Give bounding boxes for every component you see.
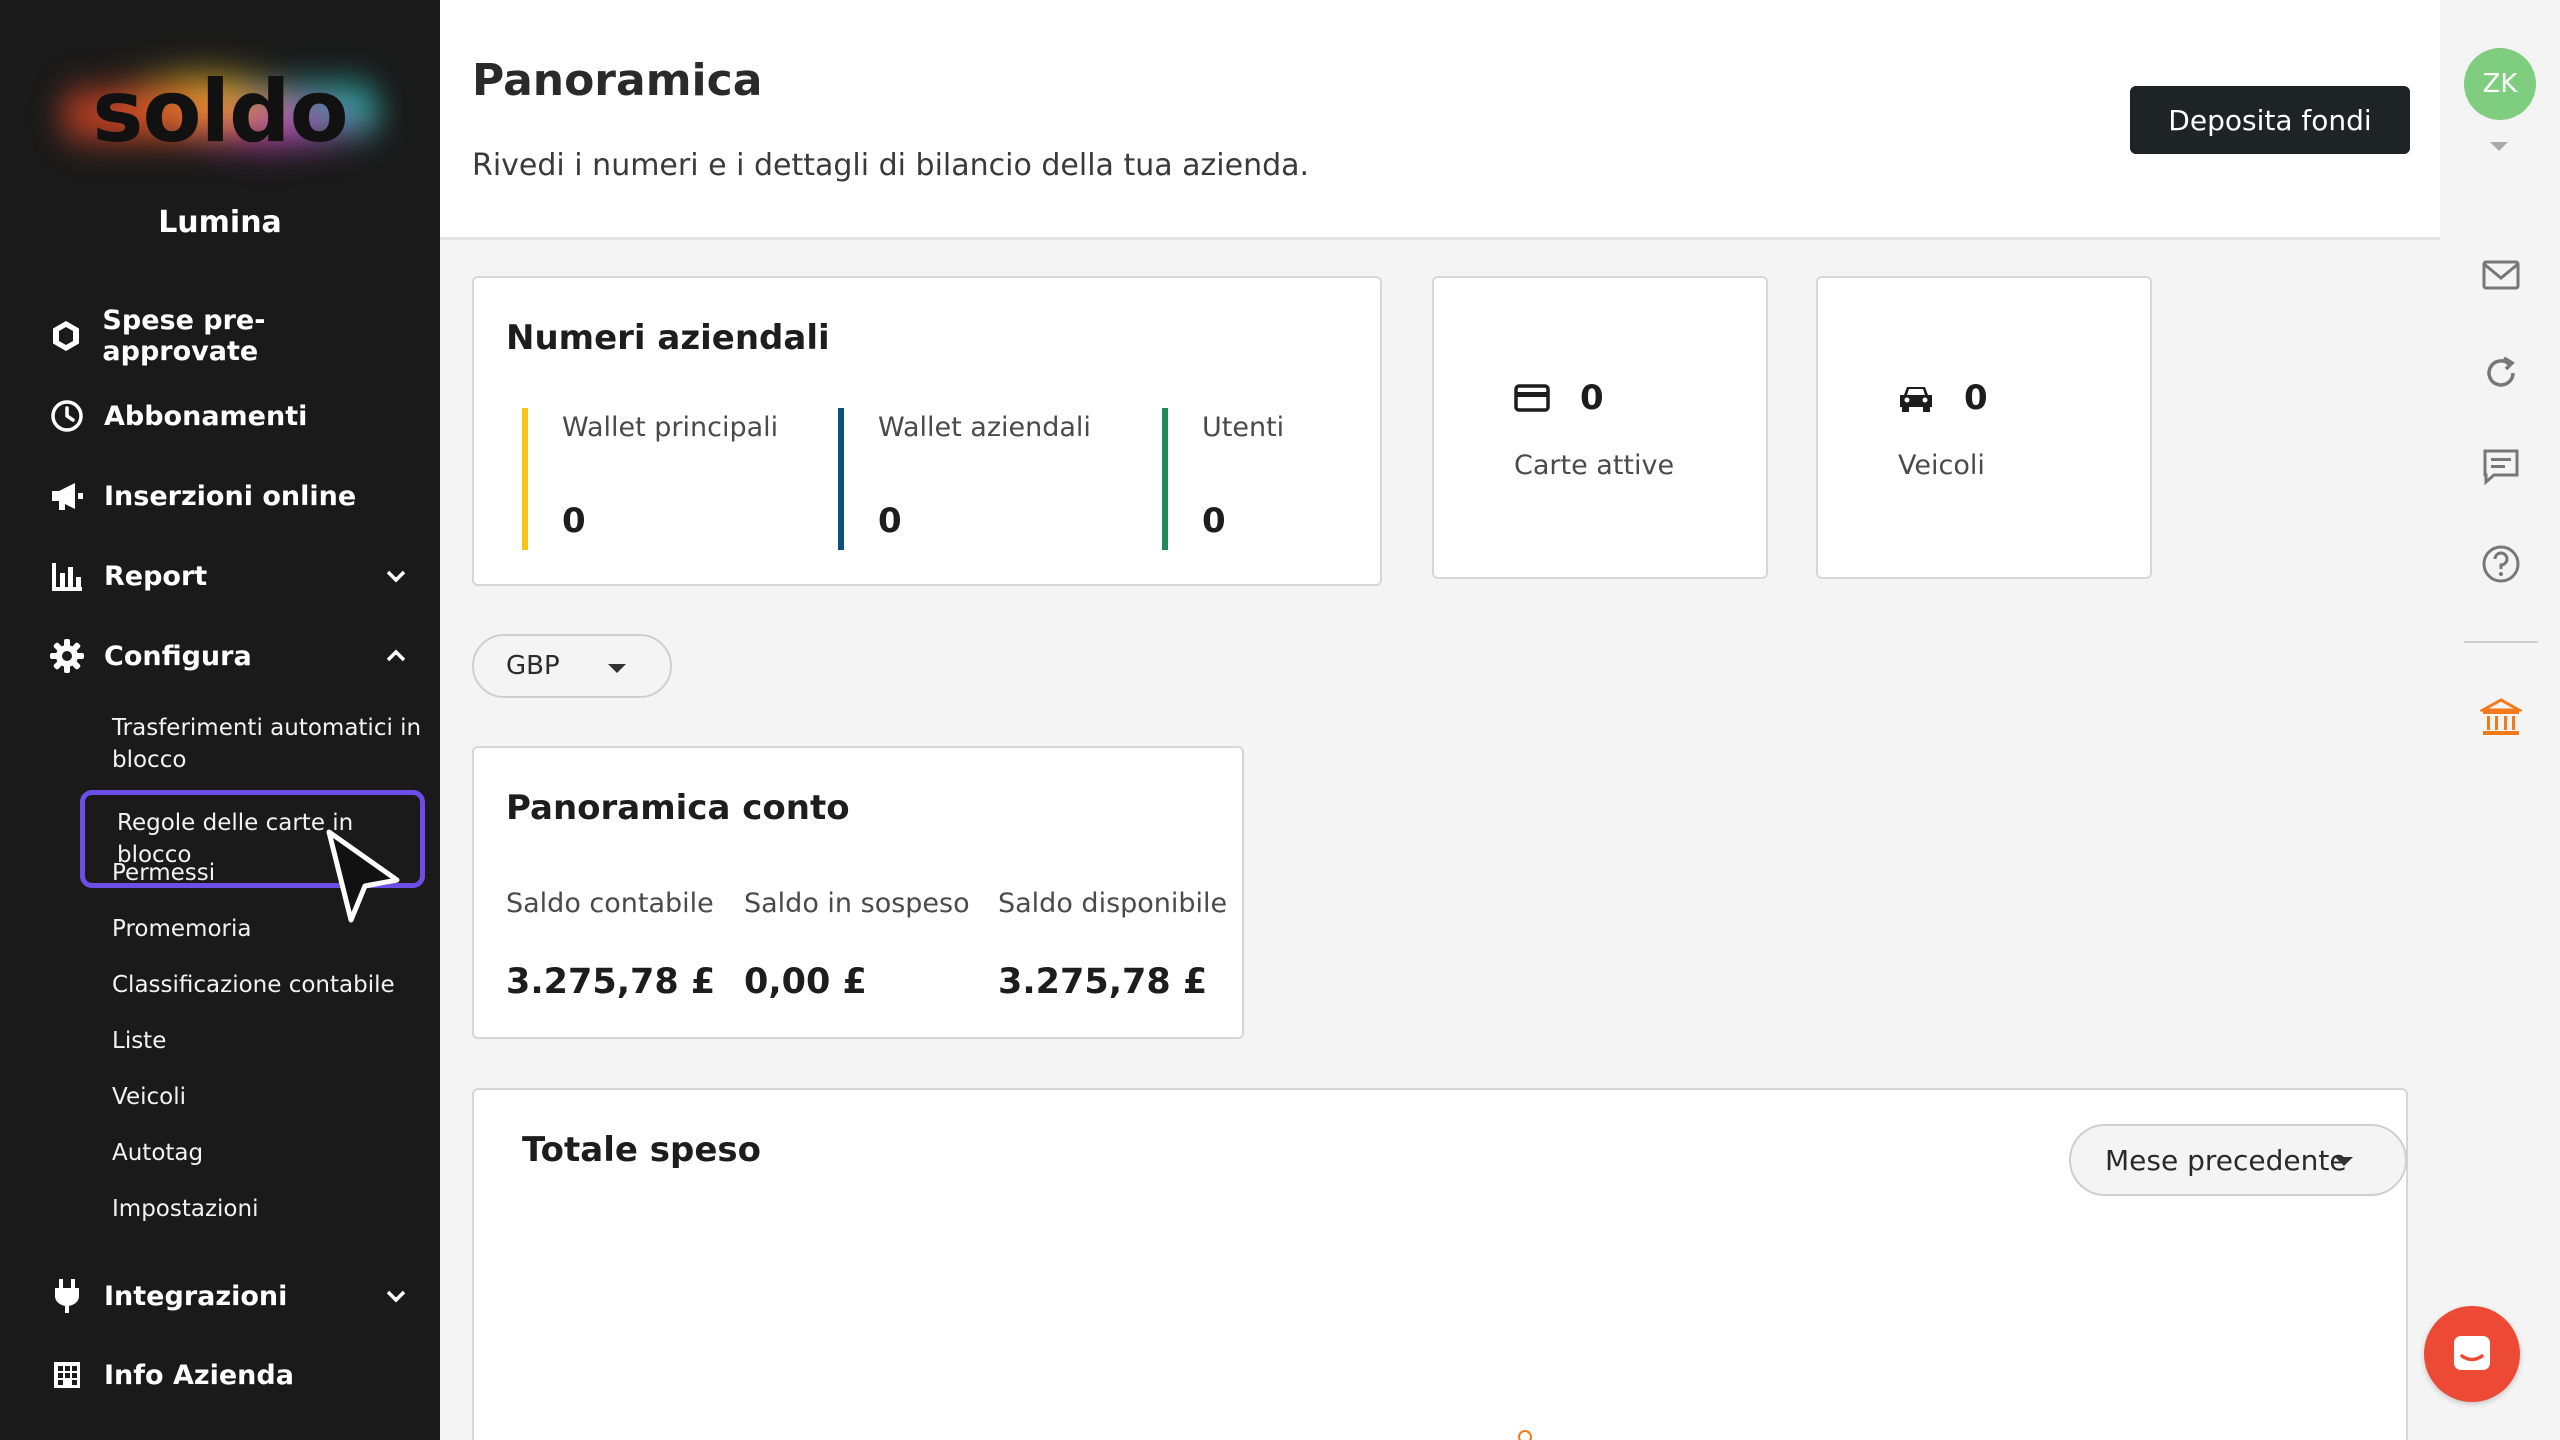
loading-spinner xyxy=(1518,1430,1532,1440)
sidebar-item-report[interactable]: Report xyxy=(48,546,408,606)
bank-icon[interactable] xyxy=(2480,696,2522,738)
card-title: Totale speso xyxy=(522,1130,762,1170)
rail-divider xyxy=(2464,641,2538,643)
currency-select[interactable]: GBP xyxy=(472,634,672,698)
right-rail: ZK xyxy=(2440,0,2560,1440)
vehicles-count: 0 xyxy=(1964,378,1988,418)
sidebar-item-abbonamenti[interactable]: Abbonamenti xyxy=(48,386,408,446)
sub-item-classificazione[interactable]: Classificazione contabile xyxy=(112,969,422,1001)
chevron-down-icon xyxy=(386,1290,406,1303)
bar-chart-icon xyxy=(48,557,86,595)
sidebar-item-integrazioni[interactable]: Integrazioni xyxy=(48,1266,408,1326)
metric-utenti: Utenti 0 xyxy=(1162,408,1284,550)
sub-item-veicoli[interactable]: Veicoli xyxy=(112,1081,422,1113)
metric-value: 0 xyxy=(1202,501,1226,541)
company-name: Lumina xyxy=(158,205,282,240)
sub-item-trasferimenti[interactable]: Trasferimenti automatici in blocco xyxy=(112,712,422,776)
vehicles-card[interactable]: 0 Veicoli xyxy=(1816,276,2152,579)
currency-value: GBP xyxy=(506,651,560,681)
car-icon xyxy=(1900,387,1932,412)
page-subtitle: Rivedi i numeri e i dettagli di bilancio… xyxy=(472,148,1310,183)
period-select[interactable]: Mese precedente xyxy=(2069,1124,2407,1196)
metric-label: Wallet principali xyxy=(562,412,779,443)
balance-value-disponibile: 3.275,78 £ xyxy=(998,962,1208,1002)
period-value: Mese precedente xyxy=(2105,1143,2347,1177)
account-overview-card: Panoramica conto Saldo contabile Saldo i… xyxy=(472,746,1244,1039)
vehicles-row: 0 xyxy=(1898,378,1988,418)
metric-value: 0 xyxy=(878,501,902,541)
sidebar-item-spese-pre-approvate[interactable]: Spese pre-approvate xyxy=(48,305,408,367)
sidebar-item-label: Inserzioni online xyxy=(104,480,357,512)
sidebar-item-label: Spese pre-approvate xyxy=(102,305,266,367)
page-header: Panoramica Rivedi i numeri e i dettagli … xyxy=(440,0,2440,240)
mail-icon[interactable] xyxy=(2480,254,2522,296)
sidebar-item-label: Abbonamenti xyxy=(104,400,308,432)
avatar[interactable]: ZK xyxy=(2464,48,2536,120)
metric-wallet-aziendali: Wallet aziendali 0 xyxy=(838,408,1091,550)
sidebar: soldo Lumina Spese pre-approvate Abbonam… xyxy=(0,0,440,1440)
sidebar-item-inserzioni-online[interactable]: Inserzioni online xyxy=(48,466,408,526)
balance-label-contabile: Saldo contabile xyxy=(506,888,714,919)
metric-label: Utenti xyxy=(1202,412,1285,443)
total-spent-card: Totale speso Mese precedente xyxy=(472,1088,2408,1440)
chevron-up-icon xyxy=(386,649,406,662)
refresh-icon[interactable] xyxy=(2480,352,2522,394)
chat-icon[interactable] xyxy=(2480,446,2522,488)
active-cards-count: 0 xyxy=(1580,378,1604,418)
sidebar-item-label: Integrazioni xyxy=(104,1280,288,1312)
logo-text: soldo xyxy=(92,62,348,162)
help-icon[interactable] xyxy=(2480,543,2522,585)
metric-wallet-principali: Wallet principali 0 xyxy=(522,408,778,550)
building-icon xyxy=(48,1356,86,1394)
sidebar-item-label: Configura xyxy=(104,640,252,672)
chevron-down-icon xyxy=(386,570,406,583)
caret-down-icon xyxy=(608,664,626,673)
clock-icon xyxy=(48,397,86,435)
active-cards-row: 0 xyxy=(1514,378,1604,418)
sub-item-autotag[interactable]: Autotag xyxy=(112,1137,422,1169)
deposit-funds-button[interactable]: Deposita fondi xyxy=(2130,86,2410,154)
soldo-logo: soldo xyxy=(60,40,380,190)
active-cards-label: Carte attive xyxy=(1514,450,1675,481)
balance-value-contabile: 3.275,78 £ xyxy=(506,962,716,1002)
support-chat-button[interactable] xyxy=(2424,1306,2520,1402)
card-title: Numeri aziendali xyxy=(506,318,830,358)
balance-label-sospeso: Saldo in sospeso xyxy=(744,888,970,919)
business-numbers-card: Numeri aziendali Wallet principali 0 Wal… xyxy=(472,276,1382,586)
credit-card-icon xyxy=(1514,384,1550,412)
messenger-icon xyxy=(2454,1336,2490,1370)
app-window: soldo Lumina Spese pre-approvate Abbonam… xyxy=(0,0,2560,1440)
hexagon-icon xyxy=(48,317,84,355)
mouse-cursor-icon xyxy=(326,829,400,923)
vehicles-label: Veicoli xyxy=(1898,450,1985,481)
sidebar-item-label: Info Azienda xyxy=(104,1359,294,1391)
gear-icon xyxy=(48,637,86,675)
sidebar-item-configura[interactable]: Configura xyxy=(48,626,408,686)
main-content: Panoramica Rivedi i numeri e i dettagli … xyxy=(440,0,2440,1440)
sub-item-impostazioni[interactable]: Impostazioni xyxy=(112,1193,422,1225)
active-cards-card[interactable]: 0 Carte attive xyxy=(1432,276,1768,579)
avatar-caret-icon[interactable] xyxy=(2490,142,2508,151)
sidebar-item-info-azienda[interactable]: Info Azienda xyxy=(48,1345,408,1405)
metric-value: 0 xyxy=(562,501,586,541)
sidebar-item-label: Report xyxy=(104,560,208,592)
caret-down-icon xyxy=(2335,1157,2353,1166)
balance-label-disponibile: Saldo disponibile xyxy=(998,888,1228,919)
megaphone-icon xyxy=(48,477,86,515)
sub-item-liste[interactable]: Liste xyxy=(112,1025,422,1057)
card-title: Panoramica conto xyxy=(506,788,850,828)
metric-label: Wallet aziendali xyxy=(878,412,1091,443)
page-title: Panoramica xyxy=(472,55,763,106)
balance-value-sospeso: 0,00 £ xyxy=(744,962,867,1002)
plug-icon xyxy=(48,1277,86,1315)
